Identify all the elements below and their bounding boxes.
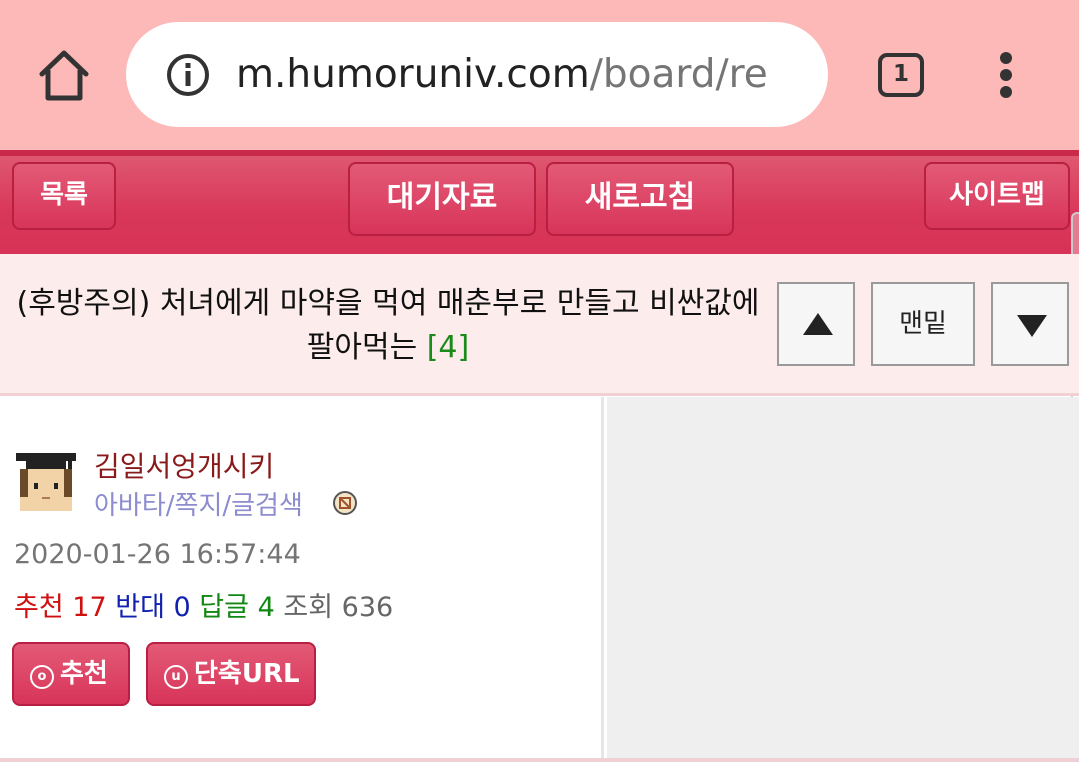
url-host: m.humoruniv.com bbox=[236, 52, 590, 97]
arrow-down-icon bbox=[1017, 315, 1047, 337]
author-links[interactable]: 아바타/쪽지/글검색 bbox=[94, 485, 303, 522]
site-nav-bar bbox=[0, 150, 1079, 254]
scroll-bottom-button[interactable]: 맨밑 bbox=[871, 282, 975, 366]
post-title: (후방주의) 처녀에게 마약을 먹여 매춘부로 만들고 비싼값에 팔아먹는 [4… bbox=[12, 282, 764, 370]
author-name[interactable]: 김일서엉개시키 bbox=[94, 445, 274, 485]
oppose-count: 0 bbox=[173, 592, 191, 623]
browser-toolbar: m.humoruniv.com/board/re 1 bbox=[0, 0, 1079, 150]
info-icon[interactable] bbox=[166, 53, 210, 97]
recommend-button[interactable]: o 추천 bbox=[12, 642, 130, 706]
reply-label: 답글 bbox=[199, 592, 249, 623]
member-badge-icon bbox=[332, 490, 358, 516]
reply-count: 4 bbox=[257, 592, 275, 623]
scroll-down-button[interactable] bbox=[991, 282, 1069, 366]
avatar[interactable] bbox=[12, 449, 80, 517]
comment-count[interactable]: [4] bbox=[427, 330, 470, 365]
recommend-button-label: 추천 bbox=[60, 659, 108, 689]
ad-area bbox=[607, 397, 1079, 760]
list-button[interactable]: 목록 bbox=[12, 162, 116, 230]
more-menu-icon[interactable] bbox=[996, 52, 1016, 100]
author-info-panel: 김일서엉개시키 아바타/쪽지/글검색 2020-01-26 16:57:44 추… bbox=[0, 397, 604, 760]
short-url-button[interactable]: u 단축URL bbox=[146, 642, 316, 706]
recommend-count: 17 bbox=[72, 592, 107, 623]
post-title-row: (후방주의) 처녀에게 마약을 먹여 매춘부로 만들고 비싼값에 팔아먹는 [4… bbox=[0, 254, 1079, 396]
url-path: /board/re bbox=[589, 52, 768, 97]
address-bar[interactable]: m.humoruniv.com/board/re bbox=[126, 22, 828, 127]
recommend-label: 추천 bbox=[14, 592, 64, 623]
refresh-button[interactable]: 새로고침 bbox=[546, 162, 734, 236]
home-icon[interactable] bbox=[36, 46, 92, 104]
recommend-icon: o bbox=[30, 665, 54, 689]
short-url-button-label: 단축URL bbox=[194, 659, 300, 689]
oppose-label: 반대 bbox=[115, 592, 165, 623]
post-date: 2020-01-26 16:57:44 bbox=[14, 539, 301, 570]
post-title-text: (후방주의) 처녀에게 마약을 먹여 매춘부로 만들고 비싼값에 팔아먹는 bbox=[16, 286, 760, 365]
post-stats: 추천 17 반대 0 답글 4 조회 636 bbox=[14, 585, 393, 624]
divider bbox=[0, 758, 1079, 762]
tab-switcher-button[interactable]: 1 bbox=[878, 53, 924, 97]
sitemap-button[interactable]: 사이트맵 bbox=[924, 162, 1070, 230]
pending-posts-button[interactable]: 대기자료 bbox=[348, 162, 536, 236]
url-text[interactable]: m.humoruniv.com/board/re bbox=[236, 22, 768, 127]
scroll-top-button[interactable] bbox=[777, 282, 855, 366]
url-icon: u bbox=[164, 665, 188, 689]
view-count: 636 bbox=[341, 592, 394, 623]
arrow-up-icon bbox=[803, 313, 833, 335]
view-label: 조회 bbox=[283, 592, 334, 623]
